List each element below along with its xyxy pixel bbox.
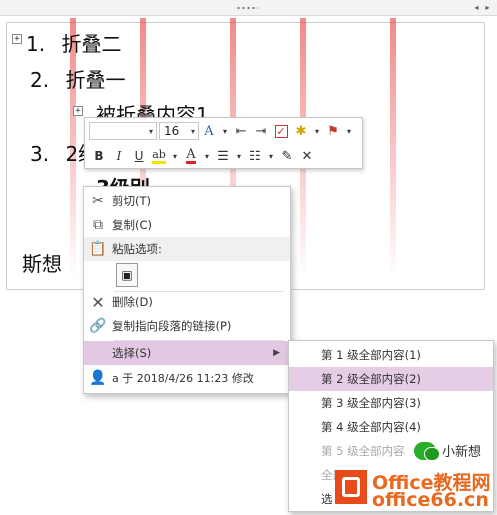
office-logo-icon bbox=[335, 470, 367, 504]
checkbox-icon[interactable]: ✓ bbox=[271, 121, 291, 141]
menu-label: 选择(S) bbox=[112, 346, 152, 360]
menu-label: 删除(D) bbox=[112, 295, 153, 309]
list-number: 3. bbox=[30, 142, 50, 166]
watermark-stripe bbox=[390, 18, 396, 278]
numbered-list-icon[interactable]: ☷ bbox=[245, 146, 265, 166]
chevron-down-icon[interactable]: ▾ bbox=[169, 146, 181, 166]
menu-label: 粘贴选项: bbox=[112, 242, 162, 256]
mini-toolbar: ▾ 16 ▾ A ▾ ⇤ ⇥ ✓ ✱ ▾ ⚑ ▾ B I U ab ▾ A ▾ … bbox=[84, 117, 363, 169]
brand-url: office66.cn bbox=[372, 489, 489, 511]
wechat-badge: 小新想 bbox=[414, 441, 482, 461]
clipboard-icon: 📋 bbox=[89, 241, 107, 257]
expand-icon[interactable]: + bbox=[73, 106, 83, 116]
chevron-down-icon[interactable]: ▾ bbox=[311, 121, 323, 141]
italic-button[interactable]: I bbox=[109, 146, 129, 166]
title-bar: ◂ ▸ bbox=[0, 0, 497, 16]
clear-format-icon[interactable]: ✕ bbox=[297, 146, 317, 166]
list-text: 折叠二 bbox=[61, 32, 122, 56]
menu-item-copy-link[interactable]: 🔗 复制指向段落的链接(P) bbox=[84, 314, 290, 338]
chevron-down-icon: ▾ bbox=[190, 126, 195, 136]
chevron-down-icon[interactable]: ▾ bbox=[219, 121, 231, 141]
wechat-icon bbox=[414, 441, 440, 461]
submenu-item-level-1[interactable]: 第 1 级全部内容(1) bbox=[289, 343, 493, 367]
bold-button[interactable]: B bbox=[89, 146, 109, 166]
back-icon[interactable]: ◂ bbox=[472, 3, 481, 12]
menu-label: 复制(C) bbox=[112, 218, 153, 232]
outline-item-2[interactable]: 2. 折叠一 bbox=[30, 64, 125, 93]
chevron-right-icon: ▶ bbox=[273, 348, 280, 358]
forward-icon[interactable]: ▸ bbox=[483, 3, 492, 12]
chevron-down-icon: ▾ bbox=[148, 126, 153, 136]
font-color-letter: A bbox=[186, 147, 196, 164]
list-number: 1. bbox=[26, 32, 46, 56]
copy-icon: ⧉ bbox=[93, 217, 103, 233]
font-size-select[interactable]: 16 ▾ bbox=[159, 122, 199, 140]
submenu-item-level-2[interactable]: 第 2 级全部内容(2) bbox=[289, 367, 493, 391]
toolbar-row-1: ▾ 16 ▾ A ▾ ⇤ ⇥ ✓ ✱ ▾ ⚑ ▾ bbox=[89, 120, 355, 142]
bullet-list-icon[interactable]: ☰ bbox=[213, 146, 233, 166]
submenu-item-level-3[interactable]: 第 3 级全部内容(3) bbox=[289, 391, 493, 415]
highlight-icon[interactable]: ab bbox=[149, 146, 169, 166]
chevron-down-icon[interactable]: ▾ bbox=[343, 121, 355, 141]
chevron-down-icon[interactable]: ▾ bbox=[265, 146, 277, 166]
submenu-item-level-4[interactable]: 第 4 级全部内容(4) bbox=[289, 415, 493, 439]
outline-item-1[interactable]: 1. 折叠二 bbox=[26, 28, 121, 57]
tag-star-icon[interactable]: ✱ bbox=[291, 121, 311, 141]
menu-item-copy[interactable]: ⧉ 复制(C) bbox=[84, 213, 290, 237]
menu-item-paste-options: 📋 粘贴选项: bbox=[84, 237, 290, 261]
increase-indent-icon[interactable]: ⇥ bbox=[251, 121, 271, 141]
font-name-select[interactable]: ▾ bbox=[89, 122, 157, 140]
menu-item-author-info: 👤 a 于 2018/4/26 11:23 修改 bbox=[84, 366, 290, 390]
underline-button[interactable]: U bbox=[129, 146, 149, 166]
menu-label: 剪切(T) bbox=[112, 194, 151, 208]
user-icon: 👤 bbox=[89, 370, 107, 386]
link-icon: 🔗 bbox=[89, 318, 107, 334]
wechat-name: 小新想 bbox=[442, 445, 482, 460]
toolbar-row-2: B I U ab ▾ A ▾ ☰ ▾ ☷ ▾ ✎ ✕ bbox=[89, 145, 317, 167]
list-number: 2. bbox=[30, 68, 50, 92]
menu-item-select[interactable]: 选择(S) ▶ bbox=[84, 341, 290, 365]
drag-grip-icon[interactable] bbox=[236, 6, 258, 10]
chevron-down-icon[interactable]: ▾ bbox=[201, 146, 213, 166]
font-size-value: 16 bbox=[164, 124, 180, 138]
menu-label: 复制指向段落的链接(P) bbox=[112, 319, 232, 333]
chevron-down-icon[interactable]: ▾ bbox=[233, 146, 245, 166]
paste-picture-button[interactable]: ▣ bbox=[116, 263, 138, 287]
flag-icon[interactable]: ⚑ bbox=[323, 121, 343, 141]
list-text: 折叠一 bbox=[65, 68, 126, 92]
menu-label: a 于 2018/4/26 11:23 修改 bbox=[112, 372, 254, 385]
decrease-indent-icon[interactable]: ⇤ bbox=[231, 121, 251, 141]
font-style-icon[interactable]: A bbox=[199, 121, 219, 141]
context-menu: ✂ 剪切(T) ⧉ 复制(C) 📋 粘贴选项: ▣ ✕ 删除(D) 🔗 复制指向… bbox=[83, 186, 291, 394]
delete-x-icon: ✕ bbox=[91, 292, 105, 312]
font-color-button[interactable]: A bbox=[181, 146, 201, 166]
scissors-icon: ✂ bbox=[92, 193, 104, 209]
outline-item-note[interactable]: 斯想 bbox=[22, 248, 62, 277]
menu-item-delete[interactable]: ✕ 删除(D) bbox=[84, 290, 290, 314]
format-painter-icon[interactable]: ✎ bbox=[277, 146, 297, 166]
menu-item-cut[interactable]: ✂ 剪切(T) bbox=[84, 189, 290, 213]
expand-icon[interactable]: + bbox=[12, 34, 22, 44]
